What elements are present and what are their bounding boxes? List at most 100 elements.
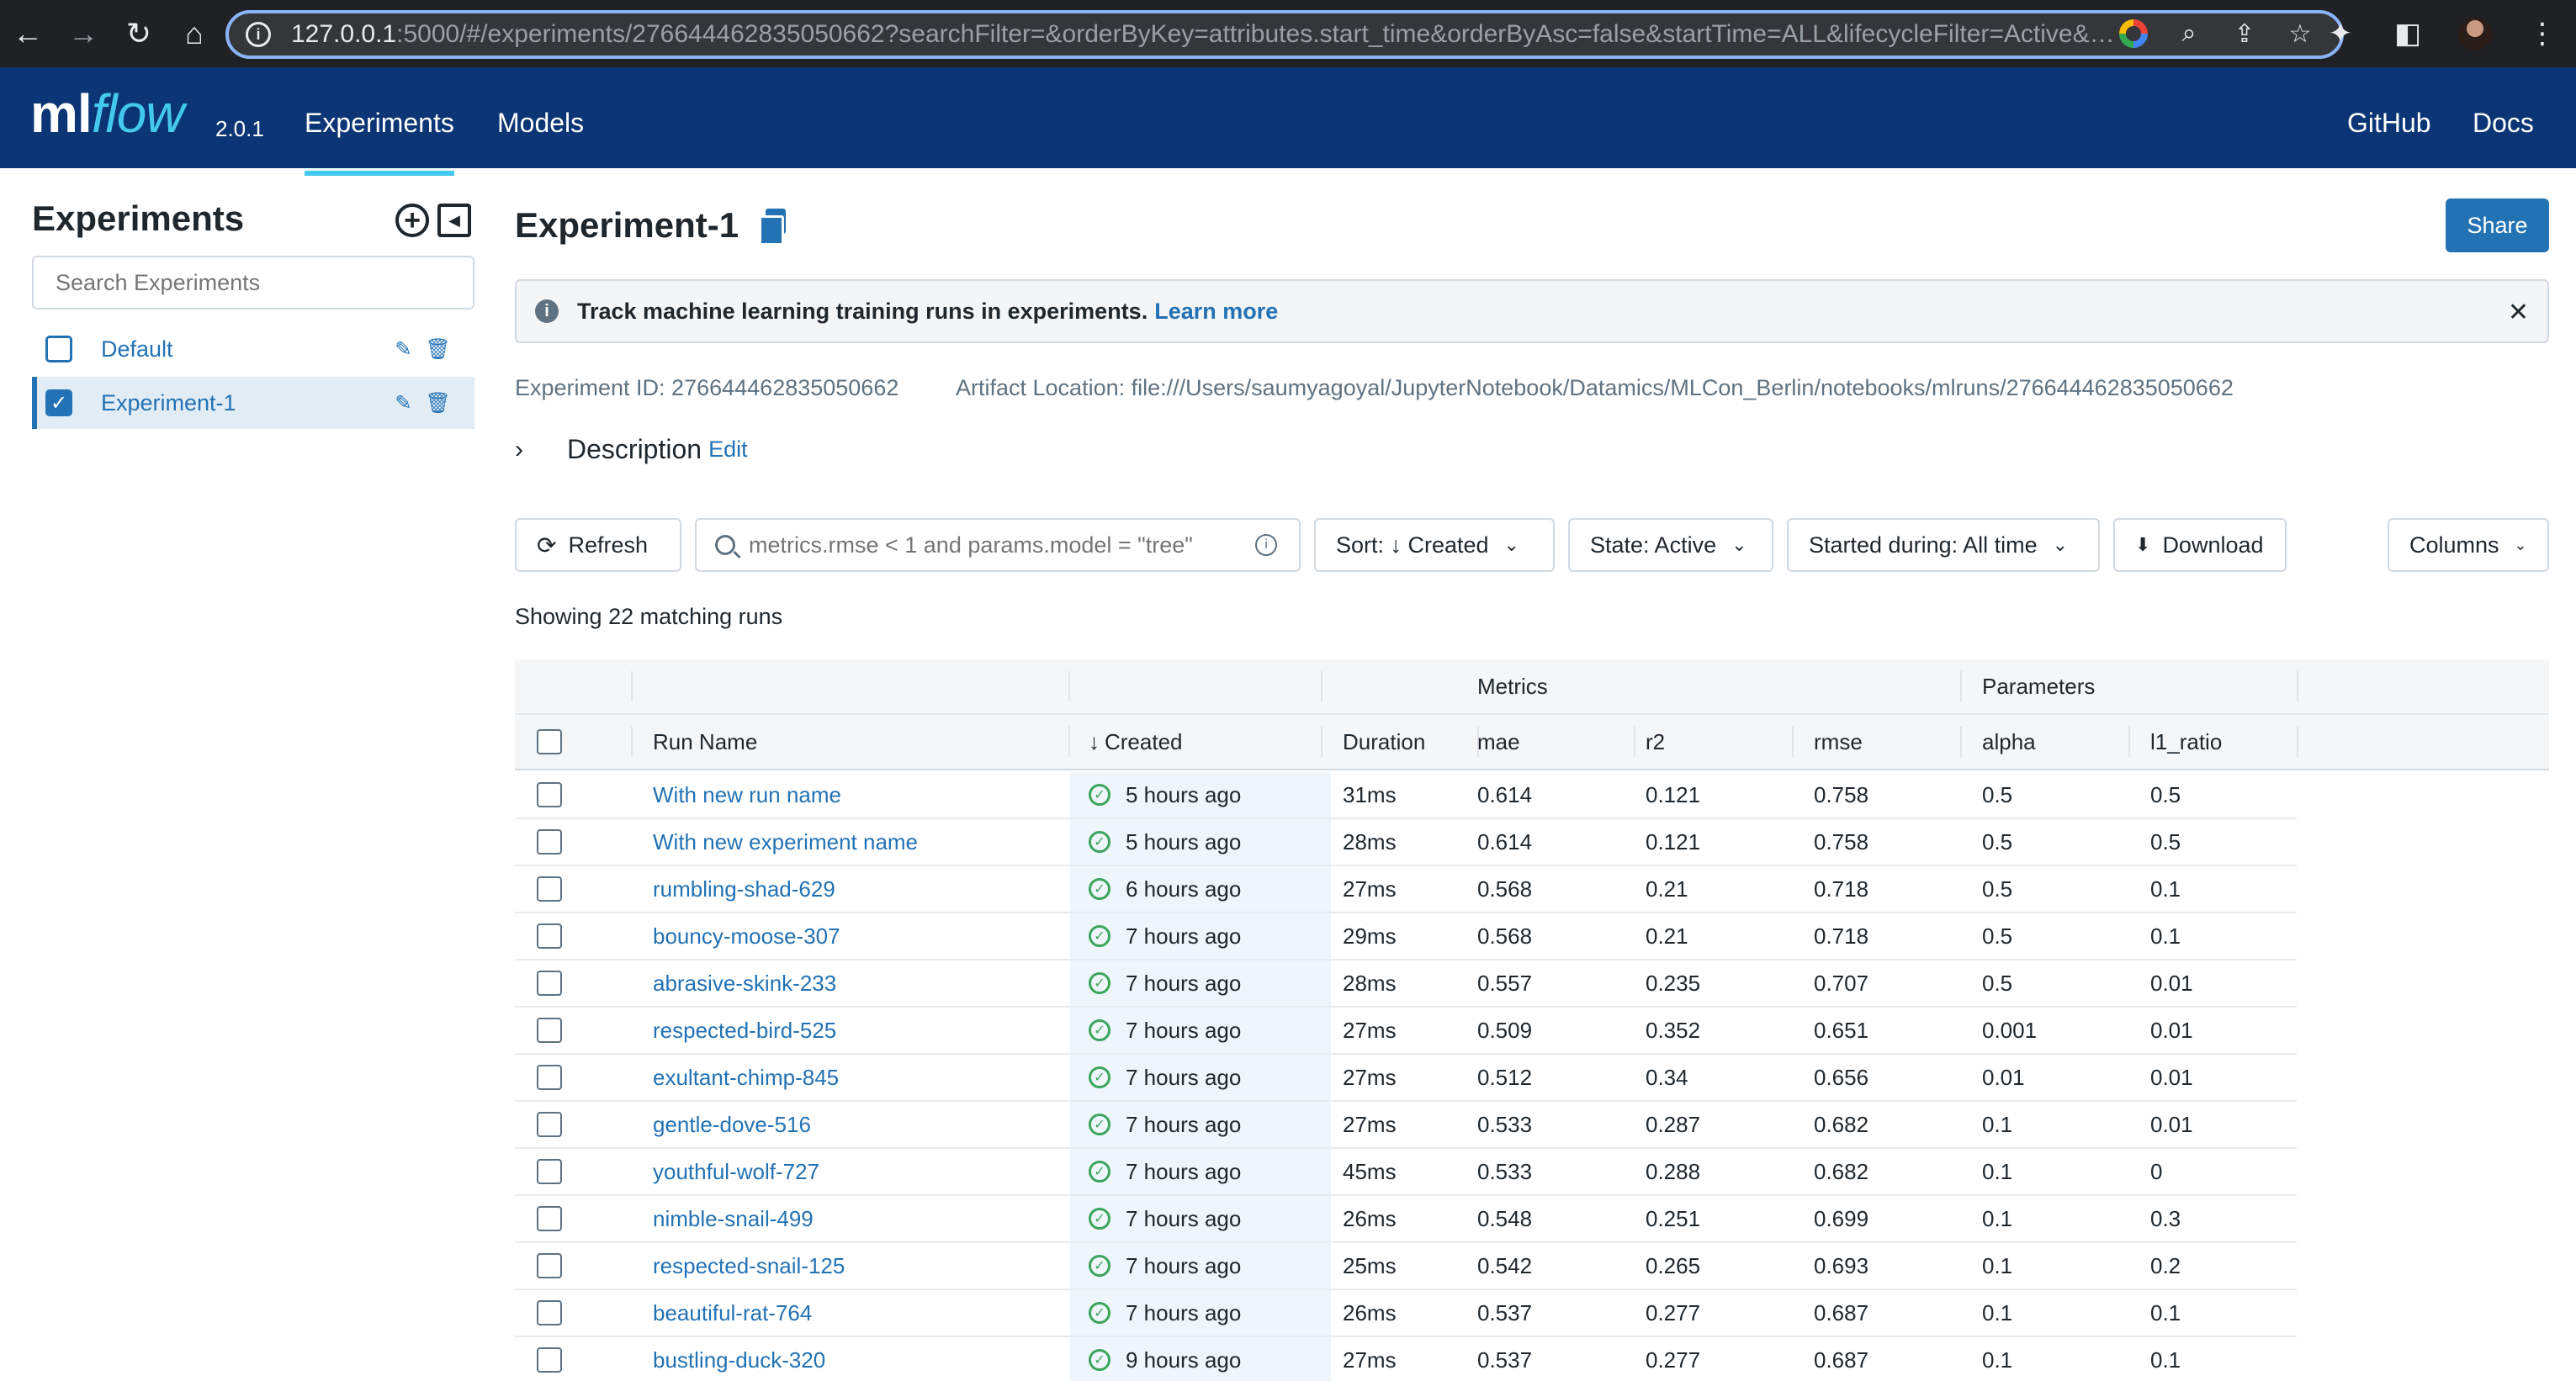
column-header-r2[interactable]: r2 bbox=[1646, 715, 1665, 769]
forward-icon[interactable]: → bbox=[56, 0, 111, 67]
run-name-link[interactable]: beautiful-rat-764 bbox=[653, 1290, 812, 1336]
info-icon[interactable]: i bbox=[1255, 534, 1277, 556]
alpha-cell: 0.1 bbox=[1982, 1347, 2013, 1373]
table-row[interactable]: gentle-dove-516 ✓ 7 hours ago 27ms 0.533 0.28… bbox=[515, 1102, 2297, 1149]
run-name-link[interactable]: bustling-duck-320 bbox=[653, 1337, 825, 1381]
edit-icon[interactable]: ✎ bbox=[395, 391, 411, 415]
table-row[interactable]: exultant-chimp-845 ✓ 7 hours ago 27ms 0.512 0… bbox=[515, 1055, 2297, 1102]
run-name-link[interactable]: With new run name bbox=[653, 772, 841, 817]
experiment-item-experiment-1[interactable]: ✓ Experiment-1 ✎ 🗑 bbox=[32, 377, 474, 429]
docs-link[interactable]: Docs bbox=[2473, 108, 2534, 139]
close-icon[interactable]: ✕ bbox=[2508, 298, 2529, 327]
column-header-run-name[interactable]: Run Name bbox=[653, 715, 757, 769]
state-dropdown[interactable]: State: Active ⌄ bbox=[1568, 518, 1773, 572]
table-row[interactable]: bustling-duck-320 ✓ 9 hours ago 27ms 0.537 0.… bbox=[515, 1337, 2297, 1381]
column-header-alpha[interactable]: alpha bbox=[1982, 715, 2036, 769]
refresh-button[interactable]: ⟳ Refresh bbox=[515, 518, 681, 572]
zoom-icon[interactable]: ⌕ bbox=[2174, 19, 2204, 49]
description-edit-link[interactable]: Edit bbox=[708, 437, 748, 463]
github-link[interactable]: GitHub bbox=[2347, 108, 2431, 139]
google-lens-icon[interactable] bbox=[2118, 19, 2149, 49]
run-name-link[interactable]: exultant-chimp-845 bbox=[653, 1055, 839, 1100]
table-row[interactable]: respected-bird-525 ✓ 7 hours ago 27ms 0.509 0… bbox=[515, 1008, 2297, 1055]
table-row[interactable]: abrasive-skink-233 ✓ 7 hours ago 28ms 0.557 0… bbox=[515, 960, 2297, 1008]
column-header-mae[interactable]: mae bbox=[1477, 715, 1520, 769]
edit-icon[interactable]: ✎ bbox=[395, 337, 411, 362]
nav-experiments[interactable]: Experiments bbox=[305, 108, 454, 176]
r2-cell: 0.287 bbox=[1646, 1111, 1701, 1137]
column-header-created[interactable]: ↓ Created bbox=[1089, 715, 1183, 769]
side-panel-icon[interactable]: ◧ bbox=[2391, 17, 2425, 50]
sort-dropdown[interactable]: Sort: ↓ Created ⌄ bbox=[1314, 518, 1555, 572]
table-row[interactable]: youthful-wolf-727 ✓ 7 hours ago 45ms 0.533 0.… bbox=[515, 1149, 2297, 1196]
row-checkbox[interactable] bbox=[537, 971, 562, 996]
run-name-link[interactable]: rumbling-shad-629 bbox=[653, 866, 835, 912]
bookmark-star-icon[interactable]: ☆ bbox=[2285, 19, 2315, 49]
row-checkbox[interactable] bbox=[537, 782, 562, 807]
row-checkbox[interactable] bbox=[537, 1253, 562, 1278]
row-checkbox[interactable] bbox=[537, 1112, 562, 1137]
experiment-label[interactable]: Experiment-1 bbox=[101, 390, 395, 416]
learn-more-link[interactable]: Learn more bbox=[1154, 299, 1278, 325]
table-row[interactable]: bouncy-moose-307 ✓ 7 hours ago 29ms 0.568 0.2… bbox=[515, 913, 2297, 960]
started-during-dropdown[interactable]: Started during: All time ⌄ bbox=[1787, 518, 2100, 572]
chevron-right-icon[interactable]: › bbox=[515, 436, 549, 464]
nav-models[interactable]: Models bbox=[497, 108, 584, 139]
run-search-field[interactable] bbox=[749, 532, 1255, 558]
row-checkbox[interactable] bbox=[537, 1018, 562, 1043]
duration-cell: 27ms bbox=[1343, 1111, 1397, 1137]
profile-avatar[interactable] bbox=[2458, 17, 2492, 50]
run-name-link[interactable]: youthful-wolf-727 bbox=[653, 1149, 819, 1194]
table-row[interactable]: rumbling-shad-629 ✓ 6 hours ago 27ms 0.568 0.… bbox=[515, 866, 2297, 913]
run-name-link[interactable]: respected-bird-525 bbox=[653, 1008, 836, 1053]
row-checkbox[interactable] bbox=[537, 1206, 562, 1231]
select-all-checkbox[interactable] bbox=[537, 729, 562, 754]
share-button[interactable]: Share bbox=[2446, 198, 2549, 252]
mlflow-logo[interactable]: mlflow bbox=[30, 82, 184, 145]
row-checkbox[interactable] bbox=[537, 876, 562, 902]
run-name-link[interactable]: nimble-snail-499 bbox=[653, 1196, 814, 1241]
run-name-link[interactable]: With new experiment name bbox=[653, 819, 918, 865]
home-icon[interactable]: ⌂ bbox=[167, 0, 222, 67]
experiment-checkbox[interactable] bbox=[45, 336, 72, 362]
download-button[interactable]: ⬇ Download bbox=[2113, 518, 2287, 572]
delete-icon[interactable]: 🗑 bbox=[426, 391, 451, 415]
experiment-item-default[interactable]: Default ✎ 🗑 bbox=[32, 323, 474, 375]
back-icon[interactable]: ← bbox=[0, 0, 56, 67]
table-row[interactable]: respected-snail-125 ✓ 7 hours ago 25ms 0.542… bbox=[515, 1243, 2297, 1290]
share-page-icon[interactable]: ⇪ bbox=[2229, 19, 2260, 49]
url-text[interactable]: 127.0.0.1:5000/#/experiments/27664446283… bbox=[291, 20, 2125, 49]
row-checkbox[interactable] bbox=[537, 1300, 562, 1325]
row-checkbox[interactable] bbox=[537, 1347, 562, 1373]
experiment-search-input[interactable] bbox=[32, 256, 474, 310]
row-checkbox[interactable] bbox=[537, 923, 562, 949]
extensions-icon[interactable]: ✦ bbox=[2324, 17, 2357, 50]
row-checkbox[interactable] bbox=[537, 829, 562, 855]
run-name-link[interactable]: gentle-dove-516 bbox=[653, 1102, 811, 1147]
table-row[interactable]: With new run name ✓ 5 hours ago 31ms 0.614 0.… bbox=[515, 772, 2297, 819]
experiment-label[interactable]: Default bbox=[101, 336, 395, 362]
row-checkbox[interactable] bbox=[537, 1159, 562, 1184]
row-checkbox[interactable] bbox=[537, 1065, 562, 1090]
address-bar[interactable]: i 127.0.0.1:5000/#/experiments/276644462… bbox=[225, 10, 2344, 59]
column-header-l1-ratio[interactable]: l1_ratio bbox=[2150, 715, 2222, 769]
chrome-menu-icon[interactable]: ⋮ bbox=[2526, 17, 2559, 50]
experiment-checkbox[interactable]: ✓ bbox=[45, 389, 72, 416]
delete-icon[interactable]: 🗑 bbox=[426, 337, 451, 362]
columns-button[interactable]: Columns ⌄ bbox=[2388, 518, 2549, 572]
run-name-link[interactable]: bouncy-moose-307 bbox=[653, 913, 840, 959]
collapse-sidebar-icon[interactable]: ◀ bbox=[437, 204, 471, 237]
column-header-duration[interactable]: Duration bbox=[1343, 715, 1425, 769]
table-row[interactable]: With new experiment name ✓ 5 hours ago 28ms… bbox=[515, 819, 2297, 866]
parameters-group-label: Parameters bbox=[1982, 673, 2096, 699]
run-name-link[interactable]: respected-snail-125 bbox=[653, 1243, 845, 1288]
column-header-rmse[interactable]: rmse bbox=[1814, 715, 1863, 769]
site-info-icon[interactable]: i bbox=[246, 22, 271, 47]
reload-icon[interactable]: ↻ bbox=[111, 0, 167, 67]
add-experiment-icon[interactable]: + bbox=[395, 204, 429, 237]
table-row[interactable]: beautiful-rat-764 ✓ 7 hours ago 26ms 0.537 0.… bbox=[515, 1290, 2297, 1337]
copy-icon[interactable] bbox=[759, 209, 787, 246]
run-name-link[interactable]: abrasive-skink-233 bbox=[653, 960, 836, 1006]
run-search-input[interactable]: i bbox=[695, 518, 1301, 572]
table-row[interactable]: nimble-snail-499 ✓ 7 hours ago 26ms 0.548 0.2… bbox=[515, 1196, 2297, 1243]
